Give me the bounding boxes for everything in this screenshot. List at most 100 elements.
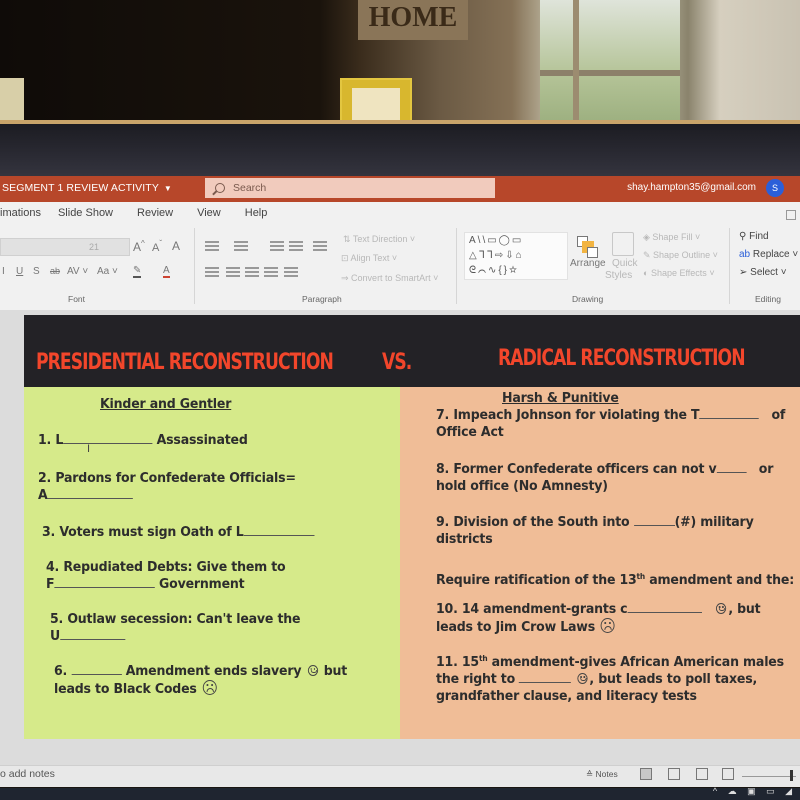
right-subheading[interactable]: Harsh & Punitive: [502, 390, 619, 407]
radical-heading[interactable]: RADICAL RECONSTRUCTION: [498, 346, 746, 371]
quick-styles-label[interactable]: Quick: [612, 258, 638, 269]
question-4[interactable]: 4. Repudiated Debts: Give them to F Gove…: [46, 559, 286, 593]
shape-effects-button[interactable]: ◐ Shape Effects ˅: [643, 268, 715, 278]
font-size-select[interactable]: 21: [0, 238, 130, 256]
replace-button[interactable]: ab Replace ˅: [739, 249, 798, 260]
window: [540, 0, 680, 122]
answer-blank: [63, 443, 153, 444]
convert-smartart-button[interactable]: ⇒ Convert to SmartArt ˅: [341, 273, 438, 284]
question-8[interactable]: 8. Former Confederate officers can not v…: [436, 461, 773, 495]
notes-button[interactable]: ≙ Notes: [586, 769, 618, 780]
normal-view-icon[interactable]: [640, 768, 652, 780]
system-tray[interactable]: ^ ☁ ▣ ▭ ◢: [713, 786, 796, 797]
tab-view[interactable]: View: [197, 207, 221, 219]
shapes-row[interactable]: A\\▭◯▭: [469, 233, 567, 248]
answer-blank: [699, 418, 759, 419]
answer-blank: [633, 525, 675, 526]
shapes-row[interactable]: △ᒣᒣ⇨⇩⌂: [469, 248, 567, 263]
shrink-font-button[interactable]: Aˇ: [152, 239, 162, 254]
smiley-icon: [716, 603, 727, 614]
monitor-bezel: [0, 124, 800, 176]
frown-icon: [202, 680, 217, 695]
slide-header: PRESIDENTIAL RECONSTRUCTION VS. RADICAL …: [24, 315, 800, 387]
chevron-down-icon: ▼: [163, 184, 172, 193]
answer-blank: [519, 682, 572, 683]
tab-animations[interactable]: imations: [0, 207, 41, 219]
slide-sorter-icon[interactable]: [668, 768, 680, 780]
numbering-icon[interactable]: [234, 241, 248, 251]
vs-heading[interactable]: VS.: [382, 350, 412, 375]
account-email[interactable]: shay.hampton35@gmail.com: [627, 182, 756, 193]
question-6[interactable]: 6. Amendment ends slavery but leads to B…: [54, 663, 347, 698]
question-5[interactable]: 5. Outlaw secession: Can't leave the U: [50, 611, 301, 645]
decrease-indent-icon[interactable]: [270, 241, 284, 251]
frown-icon: [601, 618, 615, 633]
quick-styles-icon[interactable]: [612, 232, 634, 256]
grow-font-button[interactable]: A^: [133, 239, 145, 254]
question-2[interactable]: 2. Pardons for Confederate Officials= A: [38, 470, 296, 504]
abc-strike-button[interactable]: ab: [50, 266, 60, 276]
columns-icon[interactable]: [284, 267, 298, 277]
question-1[interactable]: 1. L Assassinated: [38, 432, 248, 449]
answer-blank: [47, 498, 134, 499]
menu-tabs: imations Slide Show Review View Help: [0, 207, 291, 219]
bullets-icon[interactable]: [205, 241, 219, 251]
tab-help[interactable]: Help: [245, 207, 268, 219]
font-color-button[interactable]: A: [163, 265, 170, 278]
text-direction-button[interactable]: ⇅ Text Direction ˅: [343, 234, 415, 245]
question-3[interactable]: 3. Voters must sign Oath of L: [42, 524, 315, 541]
find-button[interactable]: ⚲ Find: [739, 231, 769, 242]
italic-button[interactable]: I: [2, 266, 5, 277]
avatar[interactable]: S: [766, 179, 784, 197]
home-sign: HOME: [358, 0, 468, 40]
align-text-button[interactable]: ⊡ Align Text ˅: [341, 253, 397, 264]
arrange-icon[interactable]: [577, 236, 599, 258]
search-icon: ⚲: [739, 231, 747, 242]
presidential-heading[interactable]: PRESIDENTIAL RECONSTRUCTION: [36, 350, 334, 375]
shapes-row[interactable]: ᘓ⌒∿{}☆: [469, 263, 567, 278]
text-cursor-icon: I: [87, 443, 91, 455]
align-center-icon[interactable]: [226, 267, 240, 277]
arrange-button[interactable]: Arrange: [570, 258, 606, 269]
left-subheading[interactable]: Kinder and Gentler: [100, 396, 231, 413]
editing-group-label: Editing: [755, 294, 781, 304]
line-spacing-icon[interactable]: [313, 241, 327, 251]
change-case-button[interactable]: Aa ˅: [97, 266, 118, 277]
answer-blank: [54, 587, 155, 588]
clear-formatting-button[interactable]: A: [172, 239, 180, 253]
slideshow-view-icon[interactable]: [722, 768, 734, 780]
align-right-icon[interactable]: [245, 267, 259, 277]
highlight-icon[interactable]: ✎: [133, 265, 142, 278]
shape-fill-button[interactable]: ◈ Shape Fill ˅: [643, 232, 700, 243]
document-title[interactable]: SEGMENT 1 REVIEW ACTIVITY ▼: [2, 182, 172, 194]
question-9[interactable]: 9. Division of the South into (#) milita…: [436, 514, 754, 548]
question-10[interactable]: 10. 14 amendment-grants c , but leads to…: [436, 601, 761, 636]
character-spacing-button[interactable]: AV ˅: [67, 266, 88, 277]
require-ratification-text[interactable]: Require ratification of the 13th amendme…: [436, 568, 794, 589]
strikethrough-button[interactable]: S: [33, 266, 40, 277]
tab-review[interactable]: Review: [137, 207, 173, 219]
shape-outline-button[interactable]: ✎ Shape Outline ˅: [643, 250, 718, 261]
question-7[interactable]: 7. Impeach Johnson for violating the T o…: [436, 407, 785, 441]
justify-icon[interactable]: [264, 267, 278, 277]
zoom-slider-thumb[interactable]: [790, 770, 793, 781]
tab-slide-show[interactable]: Slide Show: [58, 207, 113, 219]
shapes-gallery[interactable]: A\\▭◯▭ △ᒣᒣ⇨⇩⌂ ᘓ⌒∿{}☆: [464, 232, 568, 280]
increase-indent-icon[interactable]: [289, 241, 303, 251]
quick-styles-label[interactable]: Styles: [605, 270, 632, 281]
reading-view-icon[interactable]: [696, 768, 708, 780]
notes-input[interactable]: o add notes: [0, 768, 55, 780]
question-11[interactable]: 11. 15th amendment-gives African America…: [436, 650, 784, 705]
cursor-icon: ➢: [739, 267, 748, 278]
align-left-icon[interactable]: [205, 267, 219, 277]
select-button[interactable]: ➢ Select ˅: [739, 267, 787, 278]
slide[interactable]: PRESIDENTIAL RECONSTRUCTION VS. RADICAL …: [24, 315, 800, 739]
answer-blank: [60, 639, 126, 640]
answer-blank: [716, 472, 747, 473]
search-input[interactable]: Search: [205, 178, 495, 198]
share-icon[interactable]: [786, 210, 796, 220]
answer-blank: [627, 612, 702, 613]
underline-button[interactable]: U: [16, 266, 23, 277]
drawing-group-label: Drawing: [572, 294, 604, 304]
zoom-slider[interactable]: [742, 776, 796, 777]
